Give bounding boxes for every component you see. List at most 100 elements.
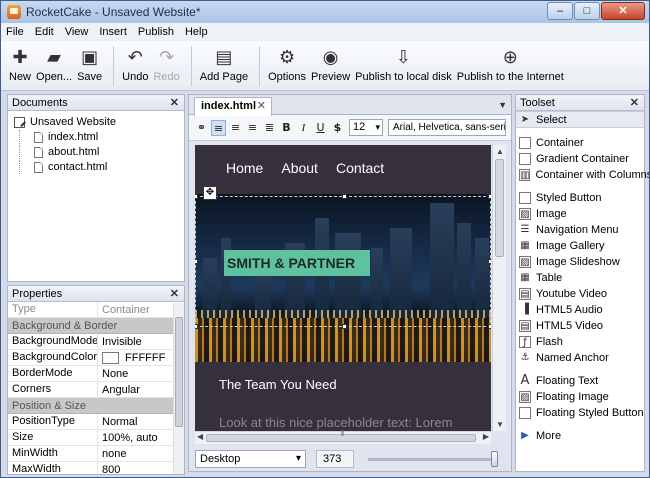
resize-handle[interactable] <box>488 259 491 264</box>
save-button[interactable]: ▣ Save <box>77 41 102 83</box>
format-toolbar: ⚭ ≡ ≡ ≡ ≣ B I U $ 12 Arial, Helvetica, s… <box>189 115 511 141</box>
brand-heading[interactable]: SMITH & PARTNER <box>224 250 370 276</box>
menu-help[interactable]: Help <box>185 26 208 38</box>
width-slider-thumb[interactable] <box>491 450 498 467</box>
tool-image[interactable]: ▨ Image <box>516 206 644 222</box>
tool-flash[interactable]: ƒ Flash <box>516 334 644 350</box>
tool-styled-button[interactable]: Styled Button <box>516 190 644 206</box>
align-left-icon[interactable]: ≡ <box>211 119 226 136</box>
placeholder-paragraph[interactable]: Look at this nice placeholder text: Lore… <box>219 415 452 430</box>
canvas-horizontal-scrollbar[interactable]: ◀ ⦀ ▶ <box>195 429 491 444</box>
tool-container[interactable]: Container <box>516 135 644 151</box>
underline-icon[interactable]: U <box>313 120 328 136</box>
resize-handle[interactable] <box>488 194 491 199</box>
tool-table[interactable]: ▦ Table <box>516 270 644 286</box>
site-nav-home[interactable]: Home <box>226 160 263 176</box>
tool-navigation-menu[interactable]: ☰ Navigation Menu <box>516 222 644 238</box>
tree-item-index[interactable]: index.html <box>19 130 184 144</box>
menu-publish[interactable]: Publish <box>138 26 174 38</box>
menu-file[interactable]: File <box>6 26 24 38</box>
tree-item-about[interactable]: about.html <box>19 145 184 159</box>
color-swatch[interactable] <box>102 351 119 364</box>
floating-button-icon <box>519 407 531 419</box>
page-canvas[interactable]: Home About Contact ✥ SMITH & PARTNER The… <box>195 145 491 431</box>
property-row[interactable]: Corners Angular <box>8 382 184 398</box>
tool-gradient-container[interactable]: Gradient Container <box>516 151 644 167</box>
link-icon[interactable]: ⚭ <box>194 120 209 136</box>
site-nav-contact[interactable]: Contact <box>336 160 384 176</box>
tree-item-website[interactable]: Unsaved Website <box>14 115 184 129</box>
menu-insert[interactable]: Insert <box>99 26 127 38</box>
tool-image-slideshow[interactable]: ▨ Image Slideshow <box>516 254 644 270</box>
move-handle-icon[interactable]: ✥ <box>203 186 217 200</box>
resize-handle[interactable] <box>195 324 198 329</box>
properties-close-icon[interactable]: ✕ <box>170 287 179 300</box>
site-nav-about[interactable]: About <box>281 160 318 176</box>
resize-handle[interactable] <box>488 324 491 329</box>
tool-floating-image[interactable]: ▨ Floating Image <box>516 389 644 405</box>
italic-icon[interactable]: I <box>296 120 311 136</box>
tab-index[interactable]: index.html ✕ <box>194 97 272 116</box>
tree-item-contact[interactable]: contact.html <box>19 160 184 174</box>
documents-close-icon[interactable]: ✕ <box>170 96 179 109</box>
property-value-color: FFFFFF <box>98 351 184 364</box>
toolset-close-icon[interactable]: ✕ <box>630 96 639 109</box>
maximize-button[interactable]: □ <box>574 2 600 20</box>
tool-select[interactable]: ➤ Select <box>516 111 644 128</box>
new-button[interactable]: ✚ New <box>9 41 31 83</box>
scroll-down-icon[interactable]: ▼ <box>496 420 504 429</box>
close-button[interactable]: ✕ <box>601 2 645 20</box>
property-row[interactable]: BackgroundMode Invisible <box>8 334 184 350</box>
documents-title: Documents <box>12 96 68 109</box>
resize-handle[interactable] <box>342 194 347 199</box>
scroll-thumb[interactable] <box>495 159 504 257</box>
scroll-right-icon[interactable]: ▶ <box>483 432 489 441</box>
align-right-icon[interactable]: ≡ <box>245 120 260 136</box>
property-row[interactable]: Size 100%, auto <box>8 430 184 446</box>
property-row[interactable]: PositionType Normal <box>8 414 184 430</box>
tool-html5-audio[interactable]: ▐ HTML5 Audio <box>516 302 644 318</box>
publish-local-button[interactable]: ⇩ Publish to local disk <box>355 41 452 83</box>
tab-list-icon[interactable]: ▼ <box>498 100 507 110</box>
align-center-icon[interactable]: ≡ <box>228 120 243 136</box>
tool-more[interactable]: ▶ More <box>516 428 644 444</box>
property-row[interactable]: MaxWidth 800 <box>8 462 184 474</box>
preview-button[interactable]: ◉ Preview <box>311 41 350 83</box>
tool-youtube-video[interactable]: ▤ Youtube Video <box>516 286 644 302</box>
menu-edit[interactable]: Edit <box>35 26 54 38</box>
align-justify-icon[interactable]: ≣ <box>262 120 277 136</box>
scroll-thumb[interactable] <box>175 317 183 427</box>
tab-close-icon[interactable]: ✕ <box>257 98 266 115</box>
property-row[interactable]: BackgroundColor FFFFFF <box>8 350 184 366</box>
add-page-button[interactable]: ▤ Add Page <box>200 41 248 83</box>
scroll-up-icon[interactable]: ▲ <box>496 147 504 156</box>
bold-icon[interactable]: B <box>279 120 294 136</box>
dollar-icon[interactable]: $ <box>330 120 345 136</box>
open-button[interactable]: ▰ Open... <box>36 41 72 83</box>
tool-floating-styled-button[interactable]: Floating Styled Button <box>516 405 644 421</box>
property-row[interactable]: MinWidth none <box>8 446 184 462</box>
resize-handle[interactable] <box>342 324 347 329</box>
undo-button[interactable]: ↶ Undo <box>122 41 148 83</box>
menu-view[interactable]: View <box>65 26 89 38</box>
font-size-select[interactable]: 12 <box>349 119 383 136</box>
tool-image-gallery[interactable]: ▦ Image Gallery <box>516 238 644 254</box>
tool-named-anchor[interactable]: ⚓ Named Anchor <box>516 350 644 366</box>
width-slider[interactable] <box>368 450 498 467</box>
scroll-left-icon[interactable]: ◀ <box>197 432 203 441</box>
tool-container-columns[interactable]: ▥ Container with Columns <box>516 167 649 183</box>
redo-button[interactable]: ↷ Redo <box>153 41 179 83</box>
publish-internet-button[interactable]: ⊕ Publish to the Internet <box>457 41 564 83</box>
property-row[interactable]: BorderMode None <box>8 366 184 382</box>
tool-html5-video[interactable]: ▤ HTML5 Video <box>516 318 644 334</box>
minimize-button[interactable]: – <box>547 2 573 20</box>
resize-handle[interactable] <box>195 194 198 199</box>
canvas-vertical-scrollbar[interactable]: ▲ ▼ <box>492 145 506 431</box>
tool-floating-text[interactable]: A Floating Text <box>516 373 644 389</box>
device-select[interactable]: Desktop <box>195 450 306 468</box>
team-heading[interactable]: The Team You Need <box>219 377 337 392</box>
resize-handle[interactable] <box>195 259 198 264</box>
properties-scrollbar[interactable] <box>173 303 184 474</box>
options-button[interactable]: ⚙ Options <box>268 41 306 83</box>
font-family-select[interactable]: Arial, Helvetica, sans-serif <box>388 119 506 136</box>
